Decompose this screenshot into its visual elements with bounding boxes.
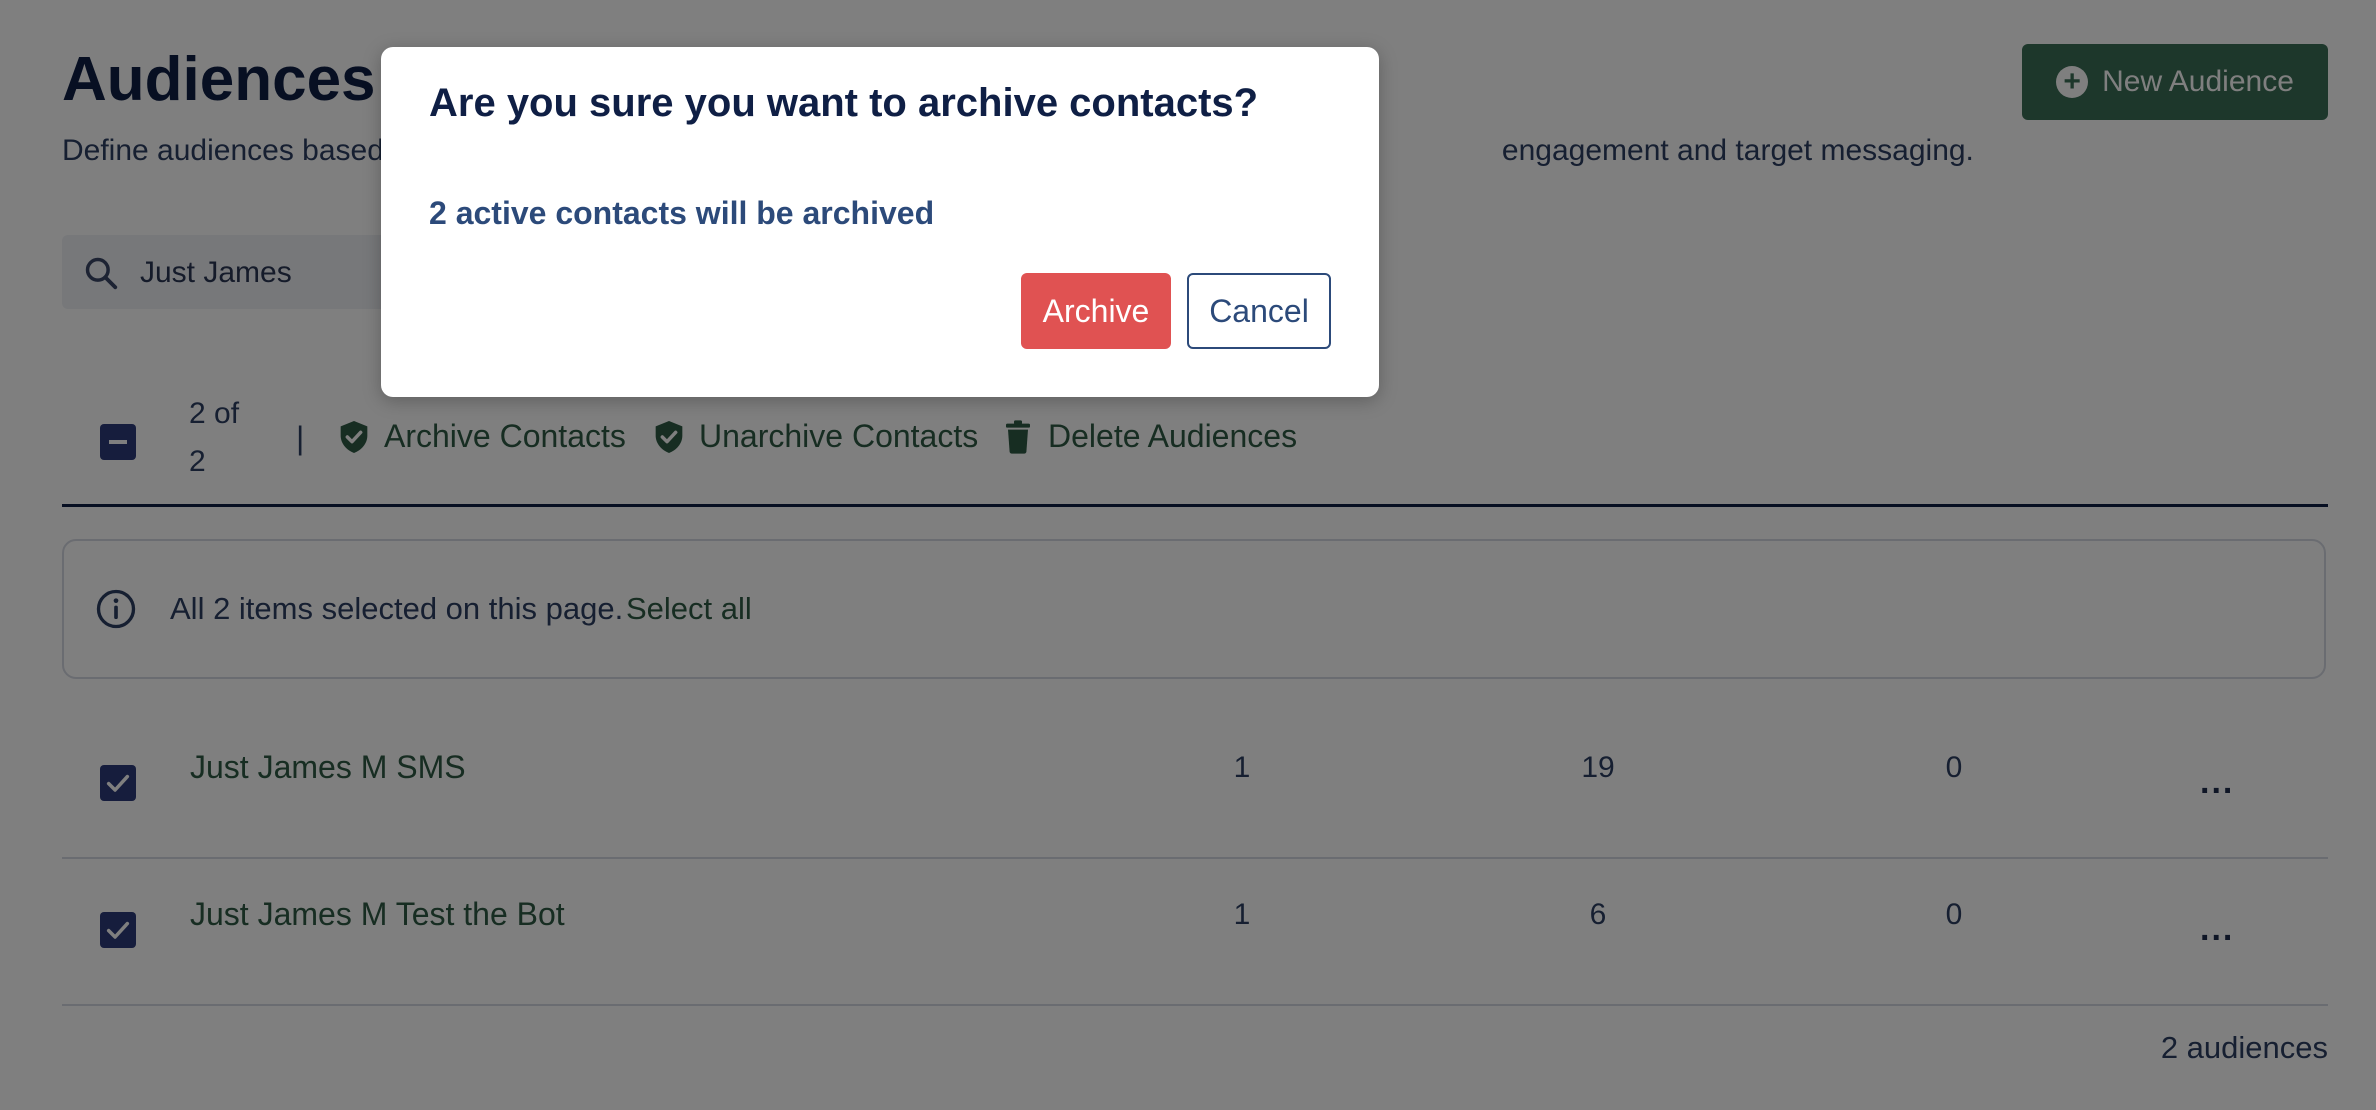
dialog-message: 2 active contacts will be archived	[429, 195, 935, 231]
archive-confirm-dialog: Are you sure you want to archive contact…	[381, 47, 1379, 397]
archive-button[interactable]: Archive	[1021, 273, 1171, 349]
dialog-title: Are you sure you want to archive contact…	[429, 81, 1259, 125]
cancel-button[interactable]: Cancel	[1187, 273, 1331, 349]
